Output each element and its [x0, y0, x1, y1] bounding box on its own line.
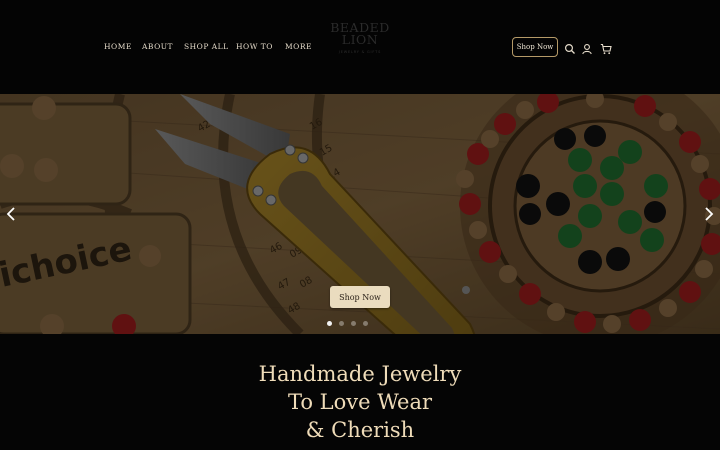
hero-slideshow: ichoice 42 16 45 15 14 46 09 47 08 48 09: [0, 94, 720, 334]
user-icon[interactable]: [581, 40, 593, 55]
nav-about[interactable]: ABOUT: [142, 42, 173, 51]
nav-how-to[interactable]: HOW TO: [236, 42, 273, 51]
slide-dot-1[interactable]: [327, 321, 332, 326]
slide-dot-3[interactable]: [351, 321, 356, 326]
cart-icon[interactable]: [600, 40, 612, 55]
slide-dot-2[interactable]: [339, 321, 344, 326]
site-logo[interactable]: BEADED LION JEWELRY & GIFTS: [322, 21, 398, 66]
slide-next-arrow[interactable]: [703, 206, 715, 222]
nav-shop-all[interactable]: SHOP ALL: [184, 42, 229, 51]
header-shop-now-button[interactable]: Shop Now: [512, 37, 558, 57]
slide-indicators: [327, 321, 368, 326]
hero-headline: Handmade Jewelry To Love Wear & Cherish: [0, 360, 720, 444]
logo-tagline: JEWELRY & GIFTS: [338, 50, 382, 54]
headline-line-1: Handmade Jewelry: [258, 362, 462, 386]
logo-line-2: LION: [341, 32, 379, 47]
nav-home[interactable]: HOME: [104, 42, 132, 51]
site-header: HOME ABOUT SHOP ALL HOW TO MORE BEADED L…: [0, 0, 720, 94]
hero-shop-now-button[interactable]: Shop Now: [330, 286, 390, 308]
headline-line-2: To Love Wear: [287, 390, 433, 414]
slide-dot-4[interactable]: [363, 321, 368, 326]
search-icon[interactable]: [564, 40, 576, 54]
nav-more[interactable]: MORE: [285, 42, 312, 51]
slide-prev-arrow[interactable]: [5, 206, 17, 222]
headline-line-3: & Cherish: [305, 418, 415, 442]
